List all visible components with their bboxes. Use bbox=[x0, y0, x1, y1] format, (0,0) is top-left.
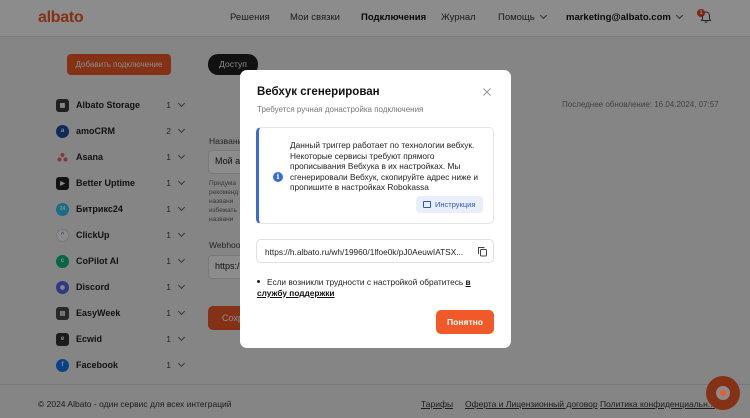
info-panel: i Данный триггер работает по технологии … bbox=[256, 127, 494, 224]
webhook-modal: Вебхук сгенерирован Требуется ручная дон… bbox=[240, 70, 511, 348]
close-icon[interactable] bbox=[481, 86, 493, 98]
ok-button[interactable]: Понятно bbox=[436, 310, 494, 334]
webhook-url: https://h.albato.ru/wh/19960/1lfoe0k/pJ0… bbox=[265, 247, 464, 257]
modal-title: Вебхук сгенерирован bbox=[257, 86, 380, 98]
webhook-url-field[interactable]: https://h.albato.ru/wh/19960/1lfoe0k/pJ0… bbox=[256, 239, 494, 263]
modal-subtitle: Требуется ручная донастройка подключения bbox=[257, 105, 424, 114]
bullet bbox=[257, 280, 260, 283]
chat-dot bbox=[720, 390, 726, 396]
copy-icon[interactable] bbox=[477, 246, 488, 257]
instruction-button[interactable]: Инструкция bbox=[416, 196, 483, 213]
support-text: Если возникли трудности с настройкой обр… bbox=[267, 277, 464, 287]
info-text: Данный триггер работает по технологии ве… bbox=[290, 140, 479, 192]
book-icon bbox=[423, 201, 431, 208]
instruction-label: Инструкция bbox=[435, 200, 476, 209]
info-icon: i bbox=[273, 172, 283, 182]
support-note: Если возникли трудности с настройкой обр… bbox=[257, 277, 497, 298]
